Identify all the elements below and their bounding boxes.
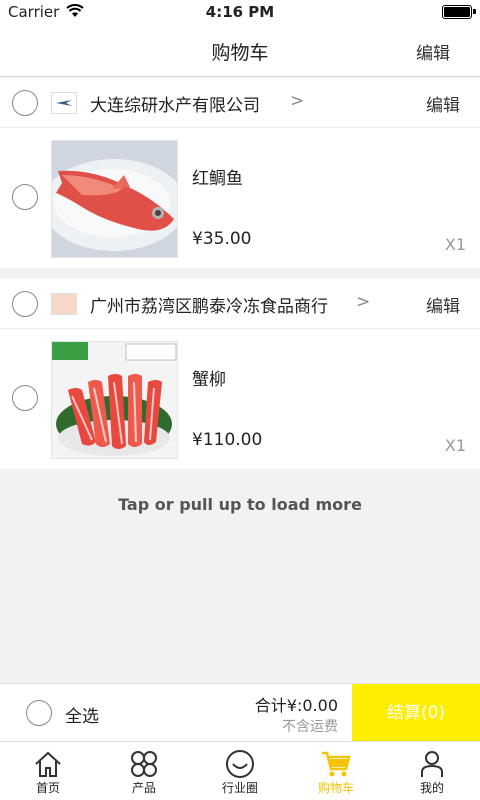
shop-name[interactable]: 大连综研水产有限公司 bbox=[90, 91, 260, 116]
page-title: 购物车 bbox=[211, 42, 269, 64]
cart-icon bbox=[322, 751, 351, 777]
grid-icon bbox=[131, 751, 157, 777]
total-amount: 合计¥:0.00 bbox=[254, 696, 338, 715]
tab-bar: 首页 产品 行业圈 购物车 我的 bbox=[0, 741, 480, 800]
tab-cart[interactable]: 购物车 bbox=[288, 742, 384, 800]
item-select-radio[interactable] bbox=[12, 184, 38, 210]
smile-icon bbox=[226, 750, 254, 778]
shop-select-radio[interactable] bbox=[12, 291, 38, 317]
item-select-radio[interactable] bbox=[12, 385, 38, 411]
shop-name[interactable]: 广州市荔湾区鹏泰冷冻食品商行 bbox=[90, 292, 328, 317]
tab-label: 购物车 bbox=[317, 781, 354, 795]
product-price: ¥110.00 bbox=[192, 430, 263, 450]
load-more-button[interactable]: Tap or pull up to load more bbox=[0, 495, 480, 514]
home-icon bbox=[35, 751, 61, 777]
tab-label: 产品 bbox=[131, 781, 156, 795]
shipping-note: 不含运费 bbox=[282, 719, 338, 735]
product-name[interactable]: 蟹柳 bbox=[192, 365, 226, 390]
battery-icon bbox=[442, 5, 476, 19]
tab-label: 行业圈 bbox=[221, 781, 258, 795]
shop-logo bbox=[51, 92, 77, 114]
product-image[interactable] bbox=[51, 140, 178, 258]
product-quantity: X1 bbox=[444, 436, 466, 455]
status-bar: Carrier 4:16 PM bbox=[0, 0, 480, 24]
shop-select-radio[interactable] bbox=[12, 90, 38, 116]
shop-edit-button[interactable]: 编辑 bbox=[426, 91, 460, 116]
user-icon bbox=[421, 751, 443, 777]
tab-mine[interactable]: 我的 bbox=[384, 742, 480, 800]
shop-header: 大连综研水产有限公司 > 编辑 bbox=[0, 78, 480, 128]
shop-card: 广州市荔湾区鹏泰冷冻食品商行 > 编辑 蟹柳 ¥110.00 X1 bbox=[0, 279, 480, 469]
edit-cart-button[interactable]: 编辑 bbox=[416, 39, 450, 64]
product-quantity: X1 bbox=[444, 235, 466, 254]
checkout-button[interactable]: 结算(0) bbox=[352, 684, 480, 742]
tab-label: 我的 bbox=[419, 781, 444, 795]
chevron-right-icon[interactable]: > bbox=[290, 91, 304, 111]
tab-label: 首页 bbox=[35, 781, 60, 795]
nav-bar: 购物车 编辑 bbox=[0, 24, 480, 77]
shop-edit-button[interactable]: 编辑 bbox=[426, 292, 460, 317]
chevron-right-icon[interactable]: > bbox=[356, 292, 370, 312]
select-all-radio[interactable] bbox=[26, 700, 52, 726]
cart-item[interactable]: 红鲷鱼 ¥35.00 X1 bbox=[0, 128, 480, 268]
tab-products[interactable]: 产品 bbox=[96, 742, 192, 800]
checkout-bar: 全选 合计¥:0.00 不含运费 结算(0) bbox=[0, 683, 480, 742]
shop-card: 大连综研水产有限公司 > 编辑 红鲷鱼 ¥35.00 X1 bbox=[0, 78, 480, 268]
tab-industry[interactable]: 行业圈 bbox=[192, 742, 288, 800]
shop-logo bbox=[51, 293, 77, 315]
product-name[interactable]: 红鲷鱼 bbox=[192, 164, 243, 189]
shop-header: 广州市荔湾区鹏泰冷冻食品商行 > 编辑 bbox=[0, 279, 480, 329]
clock: 4:16 PM bbox=[205, 3, 275, 21]
tab-home[interactable]: 首页 bbox=[0, 742, 96, 800]
product-image[interactable] bbox=[51, 341, 178, 459]
product-price: ¥35.00 bbox=[192, 229, 252, 249]
cart-item[interactable]: 蟹柳 ¥110.00 X1 bbox=[0, 329, 480, 469]
select-all-label[interactable]: 全选 bbox=[65, 702, 99, 727]
